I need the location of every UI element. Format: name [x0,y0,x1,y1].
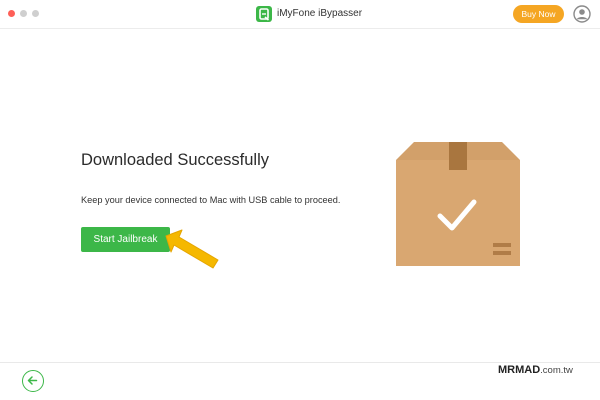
package-check-icon [396,142,520,266]
arrow-left-circle-icon [27,376,38,385]
window-close-button[interactable] [8,10,15,17]
account-icon[interactable] [573,5,591,23]
buy-now-button[interactable]: Buy Now [513,5,564,23]
start-jailbreak-button[interactable]: Start Jailbreak [81,227,170,252]
footer-divider [0,362,600,363]
watermark: MRMAD.com.tw [498,364,573,376]
back-button[interactable] [22,370,44,392]
page-title: Downloaded Successfully [81,151,270,169]
window-maximize-button[interactable] [32,10,39,17]
app-logo-icon [256,6,272,22]
window-minimize-button[interactable] [20,10,27,17]
app-title: iMyFone iBypasser [277,8,363,19]
yellow-arrow-icon [165,229,219,269]
watermark-domain: .com.tw [540,365,573,376]
instruction-text: Keep your device connected to Mac with U… [81,195,341,205]
title-bar: iMyFone iBypasser Buy Now [0,0,600,29]
watermark-brand: MRMAD [498,364,541,376]
